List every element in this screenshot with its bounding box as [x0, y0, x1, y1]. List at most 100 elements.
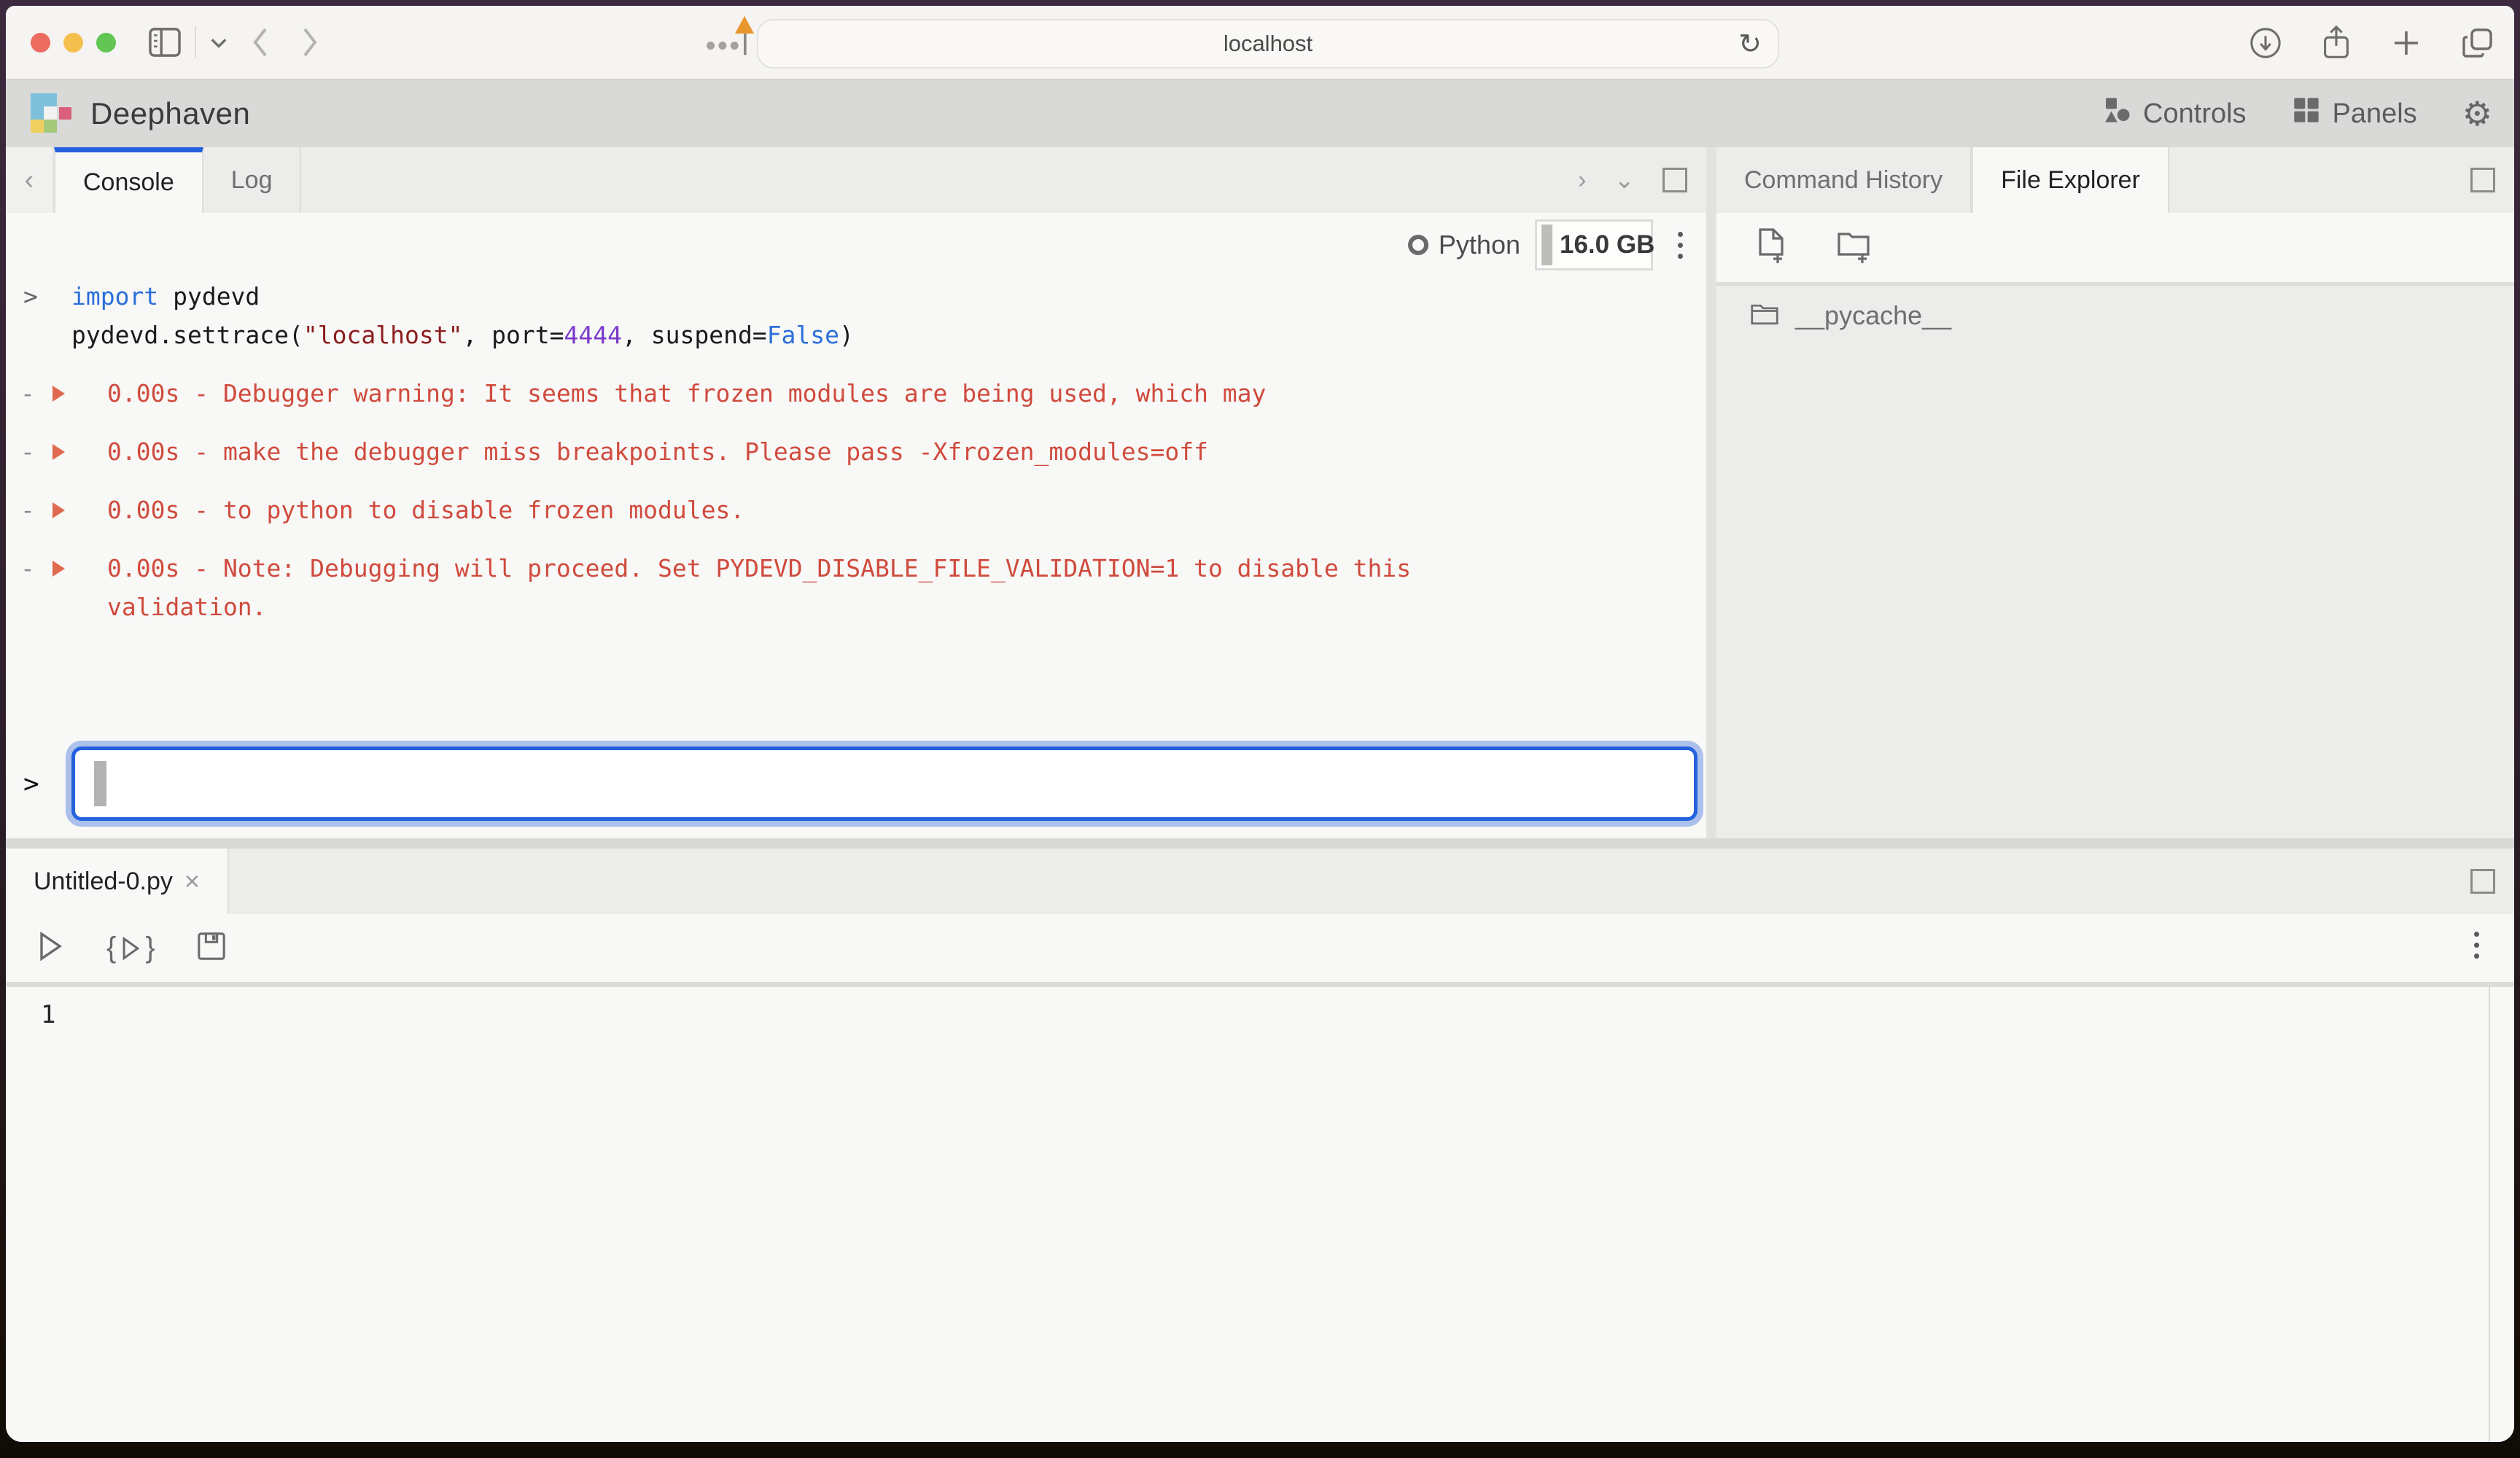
python-status-icon [1408, 235, 1428, 255]
log-gutter-dash: - [20, 374, 52, 413]
chrome-divider [195, 26, 196, 58]
tab-command-history[interactable]: Command History [1716, 147, 1972, 213]
panel-divider[interactable] [6, 838, 2514, 849]
code-plain: , port= [462, 321, 564, 349]
settings-gear-icon[interactable]: ⚙ [2462, 94, 2492, 133]
console-input-row: > [6, 746, 1706, 838]
console-input[interactable] [71, 746, 1698, 821]
history-command-line: > import pydevd [6, 277, 1706, 316]
file-row-pycache[interactable]: __pycache__ [1716, 286, 2514, 346]
log-warning-row: - 0.00s - to python to disable frozen mo… [6, 491, 1706, 529]
code-keyword: import [71, 282, 158, 311]
history-command-line: pydevd.settrace("localhost", port=4444, … [6, 316, 1706, 354]
sidebar-toggle-icon[interactable] [148, 27, 182, 58]
explorer-panel: Command History File Explorer [1716, 147, 2514, 838]
minimize-window-button[interactable] [63, 33, 83, 52]
tabs-scroll-right-button[interactable]: › [1578, 166, 1586, 195]
log-disclosure-icon[interactable] [52, 491, 83, 529]
log-warning-text: 0.00s - make the debugger miss breakpoin… [107, 432, 1493, 471]
console-body: Python 16.0 GB > import pydevd [6, 213, 1706, 838]
traffic-lights [31, 33, 116, 52]
log-warning-row: - 0.00s - make the debugger miss breakpo… [6, 432, 1706, 471]
browser-chrome: localhost ↻ [6, 6, 2514, 80]
tab-file-explorer[interactable]: File Explorer [1972, 147, 2169, 213]
editor-tabstrip: Untitled-0.py × [6, 849, 2514, 914]
tab-console-label: Console [83, 168, 174, 197]
file-name: __pycache__ [1795, 300, 1951, 331]
deephaven-logo [31, 93, 71, 134]
code-number: 4444 [564, 321, 622, 349]
text-cursor [94, 761, 106, 806]
tab-command-history-label: Command History [1744, 166, 1942, 195]
memory-usage-bar [1541, 225, 1552, 265]
memory-usage-value: 16.0 GB [1560, 230, 1654, 260]
input-prompt: > [23, 769, 57, 799]
url-bar[interactable]: localhost ↻ [757, 19, 1779, 69]
log-gutter-dash: - [20, 549, 52, 626]
log-gutter-dash: - [20, 432, 52, 471]
new-file-button[interactable] [1754, 227, 1789, 268]
editor-overflow-menu-button[interactable] [2474, 932, 2479, 959]
panels-label: Panels [2333, 98, 2417, 130]
extensions-area[interactable] [700, 6, 758, 80]
new-tab-button[interactable] [2390, 27, 2422, 59]
tab-log-label: Log [231, 166, 273, 195]
explorer-tabstrip: Command History File Explorer [1716, 147, 2514, 213]
close-window-button[interactable] [31, 33, 50, 52]
memory-usage-widget[interactable]: 16.0 GB [1535, 219, 1653, 270]
log-warning-text: 0.00s - Note: Debugging will proceed. Se… [107, 549, 1493, 626]
panels-button[interactable]: Panels [2292, 95, 2417, 132]
close-tab-icon[interactable]: × [184, 866, 200, 897]
maximize-editor-panel-button[interactable] [2470, 869, 2495, 894]
maximize-explorer-panel-button[interactable] [2470, 168, 2495, 192]
warning-badge-icon [734, 15, 755, 35]
log-disclosure-icon[interactable] [52, 374, 83, 413]
url-text: localhost [1224, 31, 1312, 57]
new-folder-button[interactable] [1836, 227, 1874, 268]
back-button[interactable] [249, 25, 271, 60]
forward-button[interactable] [300, 25, 322, 60]
console-history: > import pydevd pydevd.settrace("localho… [6, 277, 1706, 626]
tab-console[interactable]: Console [54, 147, 203, 213]
console-tabstrip: ‹ Console Log › ⌄ [6, 147, 1706, 213]
tabs-scroll-left-button[interactable]: ‹ [6, 147, 54, 213]
panels-grid-icon [2292, 95, 2321, 132]
controls-shapes-icon [2102, 95, 2131, 132]
zoom-window-button[interactable] [96, 33, 116, 52]
tab-untitled-file[interactable]: Untitled-0.py × [6, 849, 229, 914]
save-button[interactable] [196, 931, 227, 965]
log-disclosure-icon[interactable] [52, 432, 83, 471]
refresh-icon[interactable]: ↻ [1738, 28, 1762, 61]
session-language-label: Python [1439, 230, 1520, 260]
app-title: Deephaven [90, 96, 250, 131]
downloads-button[interactable] [2249, 26, 2282, 60]
session-row: Python 16.0 GB [6, 213, 1706, 277]
log-disclosure-icon[interactable] [52, 549, 83, 626]
maximize-console-panel-button[interactable] [1662, 168, 1687, 192]
app-header: Deephaven Controls Panels ⚙ [6, 80, 2514, 147]
desktop-background: localhost ↻ [0, 0, 2520, 1458]
tab-overview-button[interactable] [2460, 26, 2495, 61]
run-button[interactable] [35, 930, 66, 966]
code-editor[interactable]: 1 [6, 987, 2514, 1442]
folder-icon [1750, 302, 1779, 330]
console-panel: ‹ Console Log › ⌄ [6, 147, 1706, 838]
sidebar-chevron-down-icon[interactable] [209, 35, 228, 50]
brace-right: } [145, 932, 155, 964]
log-warning-row: - 0.00s - Debugger warning: It seems tha… [6, 374, 1706, 413]
tab-log[interactable]: Log [203, 147, 302, 213]
tabs-dropdown-button[interactable]: ⌄ [1614, 165, 1636, 195]
share-button[interactable] [2320, 25, 2352, 61]
controls-button[interactable]: Controls [2102, 95, 2247, 132]
brace-left: { [106, 932, 116, 964]
console-overflow-menu-button[interactable] [1678, 232, 1683, 259]
browser-window: localhost ↻ [6, 6, 2514, 1442]
file-list: __pycache__ [1716, 286, 2514, 838]
log-warning-text: 0.00s - Debugger warning: It seems that … [107, 374, 1493, 413]
editor-scrollbar-track[interactable] [2489, 987, 2490, 1442]
tab-file-explorer-label: File Explorer [2001, 166, 2140, 195]
controls-label: Controls [2143, 98, 2247, 130]
run-selected-button[interactable]: { } [106, 932, 155, 964]
file-explorer-toolbar [1716, 213, 2514, 286]
code-plain: , suspend= [622, 321, 767, 349]
